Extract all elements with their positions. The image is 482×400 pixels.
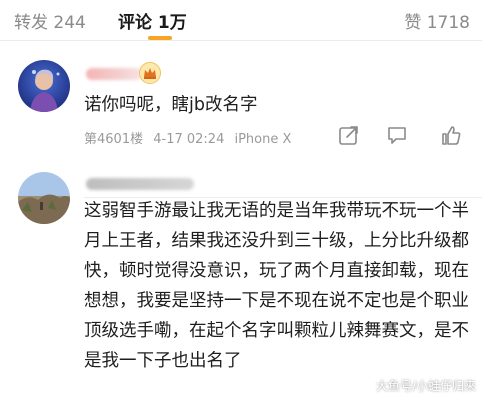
avatar[interactable] [18, 60, 70, 112]
watermark: 大鱼号/小蛙仔归来 [375, 379, 476, 393]
reply-icon[interactable] [386, 124, 408, 146]
tab-like[interactable]: 赞 1718 [404, 8, 470, 33]
comment-item: 这弱智手游最让我无语的是当年我带玩不玩一个半月上王者，结果我还没升到三十级，上分… [0, 160, 482, 400]
like-icon[interactable] [440, 124, 462, 146]
username-blurred[interactable] [86, 178, 194, 190]
avatar[interactable] [18, 172, 70, 224]
comment-tabs-bar: 转发 244 评论 1万 赞 1718 [0, 0, 482, 41]
active-tab-indicator [148, 36, 172, 40]
comment-meta: 第4601楼 4-17 02:24 iPhone X [84, 128, 297, 147]
tab-repost[interactable]: 转发 244 [14, 8, 86, 33]
vip-crown-icon [139, 62, 161, 84]
share-icon[interactable] [338, 124, 360, 146]
comment-time: 4-17 02:24 [153, 132, 225, 147]
comment-item: 诺你吗呢，瞎jb改名字 第4601楼 4-17 02:24 iPhone X [0, 42, 482, 198]
comment-text: 这弱智手游最让我无语的是当年我带玩不玩一个半月上王者，结果我还没升到三十级，上分… [84, 201, 469, 371]
comment-text: 诺你吗呢，瞎jb改名字 [84, 95, 258, 115]
device-name: iPhone X [234, 132, 292, 147]
floor-number: 第4601楼 [84, 132, 144, 147]
tab-comment[interactable]: 评论 1万 [118, 8, 187, 33]
username-blurred[interactable] [86, 68, 142, 80]
